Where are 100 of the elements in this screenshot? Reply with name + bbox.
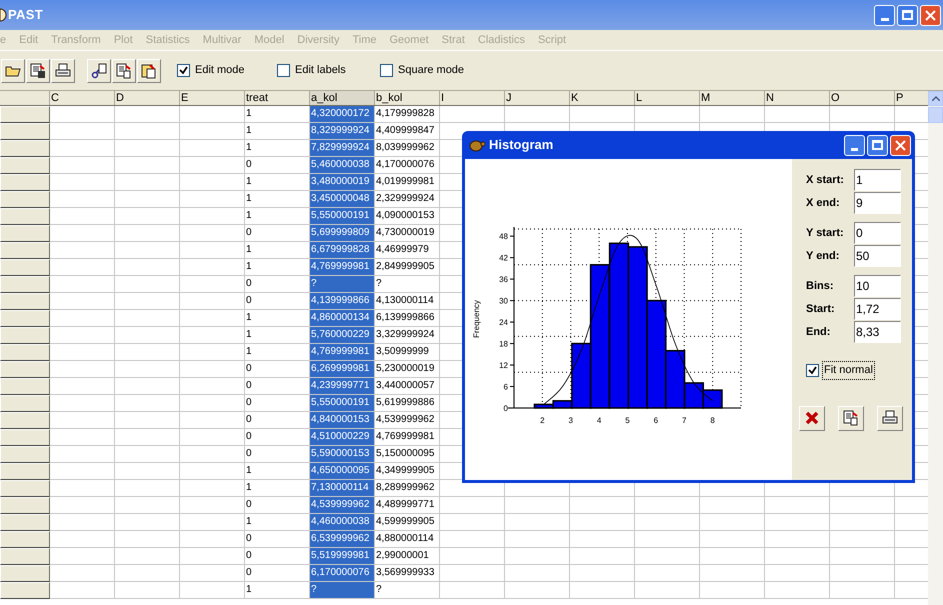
row-header[interactable]: [0, 327, 50, 344]
row-header[interactable]: [0, 412, 50, 429]
minimize-button[interactable]: [874, 4, 895, 26]
table-cell: 8,039999962: [375, 140, 440, 157]
save-button[interactable]: [26, 58, 50, 82]
empty-cell: [635, 582, 700, 599]
row-header[interactable]: [0, 191, 50, 208]
column-header[interactable]: J: [505, 91, 570, 105]
empty-cell: [115, 582, 180, 599]
row-header[interactable]: [0, 429, 50, 446]
column-header[interactable]: D: [115, 91, 180, 105]
row-header[interactable]: [0, 480, 50, 497]
empty-cell: [570, 514, 635, 531]
checkbox-label: Fit normal: [822, 361, 875, 380]
row-header[interactable]: [0, 531, 50, 548]
column-header[interactable]: E: [180, 91, 245, 105]
x-tick-label: 5: [625, 416, 630, 425]
input-field[interactable]: 9: [854, 192, 901, 214]
row-header[interactable]: [0, 565, 50, 582]
print-button[interactable]: [877, 406, 903, 430]
table-cell: 4,090000153: [375, 208, 440, 225]
input-field[interactable]: 1: [854, 169, 901, 191]
row-header[interactable]: [0, 174, 50, 191]
empty-cell: [830, 531, 895, 548]
row-header[interactable]: [0, 514, 50, 531]
column-header[interactable]: M: [700, 91, 765, 105]
row-header[interactable]: [0, 276, 50, 293]
folder-button[interactable]: [1, 58, 25, 82]
table-cell: 4,019999981: [375, 174, 440, 191]
column-header[interactable]: O: [830, 91, 895, 105]
printer-button[interactable]: [51, 58, 75, 82]
empty-cell: [115, 344, 180, 361]
row-header[interactable]: [0, 395, 50, 412]
row-header[interactable]: [0, 310, 50, 327]
row-header[interactable]: [0, 344, 50, 361]
checkbox[interactable]: [380, 64, 393, 77]
row-header[interactable]: [0, 548, 50, 565]
column-header[interactable]: K: [570, 91, 635, 105]
row-header[interactable]: [0, 446, 50, 463]
row-header[interactable]: [0, 157, 50, 174]
x-tick-label: 8: [710, 416, 715, 425]
column-header[interactable]: b_kol: [375, 91, 440, 105]
column-header[interactable]: I: [440, 91, 505, 105]
table-cell: 3,480000019: [310, 174, 375, 191]
row-header[interactable]: [0, 463, 50, 480]
checkbox[interactable]: [177, 64, 190, 77]
row-header[interactable]: [0, 225, 50, 242]
close-button[interactable]: [890, 134, 911, 156]
column-header[interactable]: a_kol: [310, 91, 375, 105]
table-cell: 5,230000019: [375, 361, 440, 378]
checkbox[interactable]: [806, 364, 819, 377]
table-cell: 6,679999828: [310, 242, 375, 259]
input-field[interactable]: 0: [854, 222, 901, 244]
empty-cell: [180, 446, 245, 463]
row-header[interactable]: [0, 123, 50, 140]
turtle-icon: [468, 138, 485, 152]
scissors-button[interactable]: [87, 58, 111, 82]
column-header[interactable]: treat: [245, 91, 310, 105]
input-field[interactable]: 1,72: [854, 298, 901, 320]
table-cell: 7,130000114: [310, 480, 375, 497]
table-cell: 5,550000191: [310, 395, 375, 412]
paste-button[interactable]: [137, 58, 161, 82]
close-button[interactable]: [920, 4, 941, 26]
maximize-button[interactable]: [897, 4, 918, 26]
row-header[interactable]: [0, 293, 50, 310]
input-field[interactable]: 8,33: [854, 321, 901, 343]
empty-cell: [115, 259, 180, 276]
close-button[interactable]: [799, 406, 825, 430]
empty-cell: [180, 310, 245, 327]
empty-cell: [765, 548, 830, 565]
column-header[interactable]: C: [50, 91, 115, 105]
y-tick-label: 24: [499, 318, 508, 328]
row-header[interactable]: [0, 208, 50, 225]
copy-button[interactable]: [838, 406, 864, 430]
empty-cell: [115, 310, 180, 327]
empty-cell: [700, 582, 765, 599]
input-field[interactable]: 10: [854, 275, 901, 297]
row-header[interactable]: [0, 106, 50, 123]
scroll-thumb[interactable]: [928, 107, 943, 123]
table-cell: 3,450000048: [310, 191, 375, 208]
scroll-up-button[interactable]: [928, 91, 943, 106]
maximize-button[interactable]: [867, 134, 888, 156]
row-header[interactable]: [0, 361, 50, 378]
row-header[interactable]: [0, 140, 50, 157]
copy-button[interactable]: [112, 58, 136, 82]
row-header[interactable]: [0, 582, 50, 599]
minimize-button[interactable]: [844, 134, 865, 156]
column-header[interactable]: L: [635, 91, 700, 105]
row-header[interactable]: [0, 242, 50, 259]
checkbox[interactable]: [277, 64, 290, 77]
row-header[interactable]: [0, 497, 50, 514]
row-header[interactable]: [0, 378, 50, 395]
input-field[interactable]: 50: [854, 245, 901, 267]
empty-cell: [115, 293, 180, 310]
field-label: X start:: [806, 172, 845, 188]
scrollbar[interactable]: [928, 91, 943, 605]
column-header[interactable]: N: [765, 91, 830, 105]
row-header[interactable]: [0, 259, 50, 276]
empty-cell: [180, 582, 245, 599]
table-cell: 6,139999866: [375, 310, 440, 327]
